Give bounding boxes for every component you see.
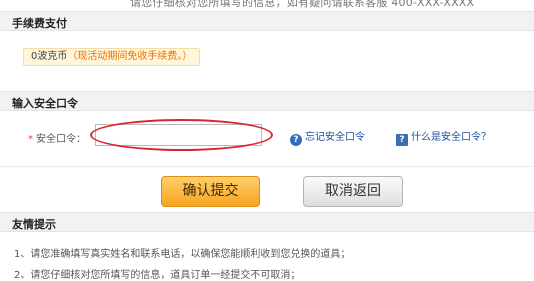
what-is-password-label: 什么是安全口令？ [411, 132, 491, 143]
forgot-password-link[interactable]: ? 忘记安全口令 [290, 128, 365, 146]
help-book-icon: ? [396, 134, 408, 146]
what-is-password-link[interactable]: ? 什么是安全口令？ [396, 128, 491, 146]
tips-section-title: 友情提示 [12, 218, 56, 231]
forgot-password-label: 忘记安全口令 [305, 132, 365, 143]
top-cropped-text: 请您仔细核对您所填写的信息，如有疑问请联系客服 400-XXX-XXXX [0, 0, 534, 8]
submit-button[interactable]: 确认提交 [161, 176, 260, 207]
fee-section-header: 手续费支付 [0, 11, 534, 31]
fee-section-title: 手续费支付 [12, 17, 67, 30]
password-section-title: 输入安全口令 [12, 97, 78, 110]
fee-note: （现活动期间免收手续费。） [67, 51, 193, 62]
password-section-header: 输入安全口令 [0, 91, 534, 111]
top-cropped-line: 请您仔细核对您所填写的信息，如有疑问请联系客服 400-XXX-XXXX [130, 0, 475, 8]
fee-amount-box: 0波克币（现活动期间免收手续费。） [23, 48, 201, 66]
password-label: * 安全口令： [28, 130, 86, 145]
required-mark: * [28, 134, 33, 145]
password-label-text: 安全口令： [36, 134, 86, 145]
cancel-button[interactable]: 取消返回 [303, 176, 403, 207]
fee-amount: 0波克币 [31, 51, 68, 62]
tip-item: 2、请您仔细核对您所填写的信息，道具订单一经提交不可取消； [14, 270, 301, 281]
section-divider [0, 166, 534, 167]
security-password-input[interactable] [95, 124, 262, 146]
tips-section-header: 友情提示 [0, 212, 534, 232]
tip-item: 1、请您准确填写真实姓名和联系电话，以确保您能顺利收到您兑换的道具； [14, 249, 351, 260]
question-circle-icon: ? [290, 134, 302, 146]
